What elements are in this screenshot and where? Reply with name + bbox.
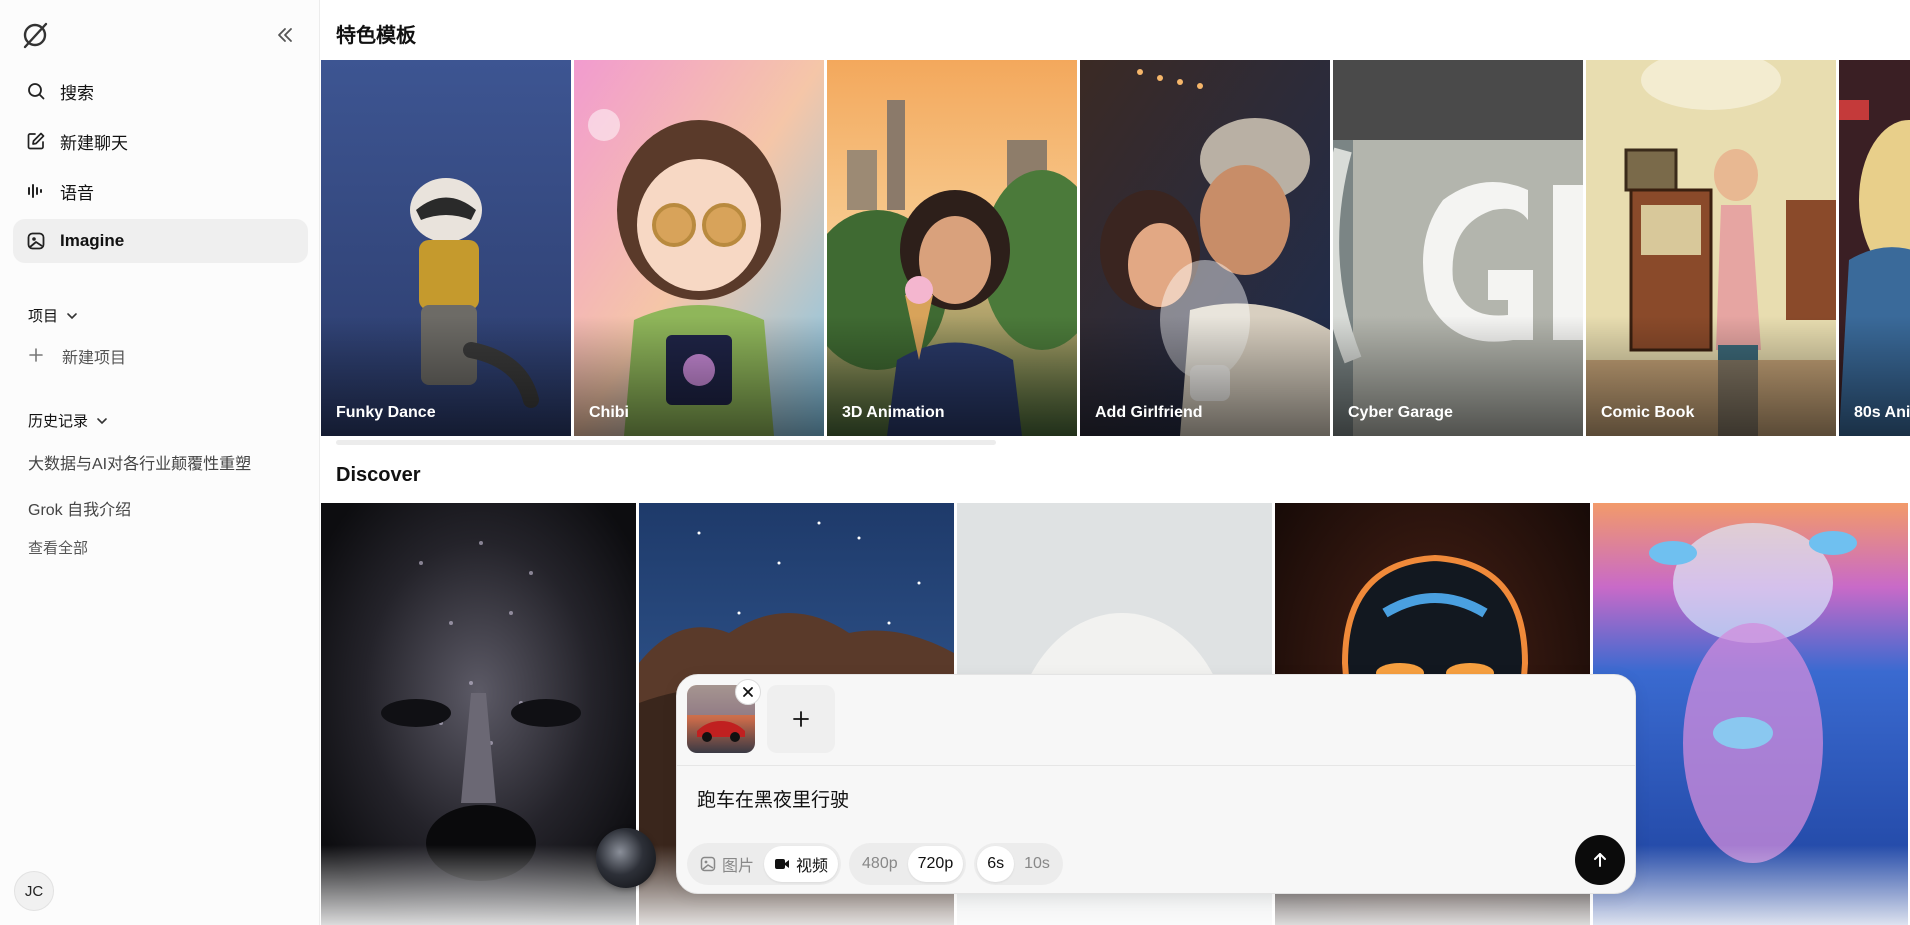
resolution-toggle: 480p 720p bbox=[849, 843, 967, 885]
history-item[interactable]: 大数据与AI对各行业颠覆性重塑 bbox=[28, 450, 251, 474]
new-project-label: 新建项目 bbox=[62, 350, 127, 367]
mode-image-label: 图片 bbox=[722, 858, 755, 875]
history-item[interactable]: Grok 自我介绍 bbox=[28, 496, 131, 520]
template-card[interactable]: Chibi bbox=[574, 60, 824, 436]
send-button[interactable] bbox=[1575, 835, 1625, 885]
resolution-480p-button[interactable]: 480p bbox=[852, 846, 908, 882]
close-icon bbox=[743, 687, 753, 697]
templates-carousel[interactable]: Funky Dance Chibi 3D Animation Add Girlf… bbox=[321, 60, 1910, 436]
mode-image-button[interactable]: 图片 bbox=[690, 846, 764, 882]
avatar[interactable]: JC bbox=[14, 871, 54, 911]
mode-video-button[interactable]: 视频 bbox=[764, 846, 839, 882]
edit-icon bbox=[26, 131, 46, 151]
discover-image bbox=[1593, 503, 1908, 925]
chevron-down-icon bbox=[66, 309, 78, 323]
template-card[interactable]: Funky Dance bbox=[321, 60, 571, 436]
search-icon bbox=[26, 81, 46, 101]
sidebar-item-new-chat[interactable]: 新建聊天 bbox=[13, 119, 308, 163]
duration-6s-button[interactable]: 6s bbox=[977, 846, 1015, 882]
template-card[interactable]: 80s Anime bbox=[1839, 60, 1910, 436]
arrow-up-icon bbox=[1594, 853, 1606, 867]
plus-icon bbox=[793, 711, 809, 727]
double-chevron-left-icon[interactable] bbox=[274, 24, 296, 46]
sidebar-item-label: 语音 bbox=[60, 183, 94, 203]
sidebar-item-label: 搜索 bbox=[60, 83, 94, 103]
imagine-composer: 图片 视频 480p 720p 6s 10s bbox=[676, 674, 1636, 894]
video-camera-icon bbox=[774, 857, 790, 871]
add-attachment-button[interactable] bbox=[767, 685, 835, 753]
new-project-button[interactable]: 新建项目 bbox=[28, 344, 126, 368]
template-label: Cyber Garage bbox=[1348, 404, 1453, 421]
view-all-history-link[interactable]: 查看全部 bbox=[28, 537, 88, 558]
sidebar-item-label: Imagine bbox=[60, 231, 125, 250]
template-label: Comic Book bbox=[1601, 404, 1695, 421]
history-section-header[interactable]: 历史记录 bbox=[28, 410, 108, 431]
sidebar-item-search[interactable]: 搜索 bbox=[13, 69, 308, 113]
mode-toggle: 图片 视频 bbox=[687, 843, 842, 885]
chevron-down-icon bbox=[96, 414, 108, 428]
projects-section-header[interactable]: 项目 bbox=[28, 305, 78, 326]
mode-video-label: 视频 bbox=[796, 858, 829, 875]
template-label: Funky Dance bbox=[336, 404, 436, 421]
projects-title: 项目 bbox=[28, 308, 59, 325]
template-label: 80s Anime bbox=[1854, 404, 1910, 421]
template-card[interactable]: Comic Book bbox=[1586, 60, 1836, 436]
sidebar-nav: 搜索 新建聊天 语音 Imagine bbox=[13, 69, 308, 269]
prompt-input[interactable] bbox=[695, 783, 1579, 813]
grok-logo-icon[interactable] bbox=[20, 20, 50, 50]
template-card[interactable]: 3D Animation bbox=[827, 60, 1077, 436]
orb-avatar-button[interactable] bbox=[596, 828, 656, 888]
sidebar-item-imagine[interactable]: Imagine bbox=[13, 219, 308, 263]
plus-icon bbox=[28, 347, 44, 365]
image-icon bbox=[700, 856, 716, 872]
composer-divider bbox=[677, 765, 1635, 766]
discover-card[interactable] bbox=[1593, 503, 1908, 925]
remove-attachment-button[interactable] bbox=[735, 679, 761, 705]
history-title: 历史记录 bbox=[28, 413, 89, 430]
template-card[interactable]: Cyber Garage bbox=[1333, 60, 1583, 436]
template-label: 3D Animation bbox=[842, 404, 945, 421]
template-card[interactable]: Add Girlfriend bbox=[1080, 60, 1330, 436]
discover-image bbox=[321, 503, 636, 925]
duration-10s-button[interactable]: 10s bbox=[1014, 846, 1060, 882]
carousel-scrollbar[interactable] bbox=[336, 440, 996, 445]
sidebar: 搜索 新建聊天 语音 Imagine 项目 新建项目 历史记录 大数据与AI对各… bbox=[0, 0, 320, 925]
imagine-icon bbox=[26, 231, 46, 251]
generation-options: 图片 视频 480p 720p 6s 10s bbox=[687, 843, 1071, 885]
duration-toggle: 6s 10s bbox=[974, 843, 1063, 885]
sidebar-item-voice[interactable]: 语音 bbox=[13, 169, 308, 213]
template-label: Add Girlfriend bbox=[1095, 404, 1203, 421]
resolution-720p-button[interactable]: 720p bbox=[907, 846, 964, 882]
discover-card[interactable] bbox=[321, 503, 636, 925]
sidebar-item-label: 新建聊天 bbox=[60, 133, 128, 153]
discover-title: Discover bbox=[336, 464, 421, 486]
template-label: Chibi bbox=[589, 404, 629, 421]
templates-title: 特色模板 bbox=[336, 25, 416, 47]
voice-waveform-icon bbox=[26, 181, 46, 201]
